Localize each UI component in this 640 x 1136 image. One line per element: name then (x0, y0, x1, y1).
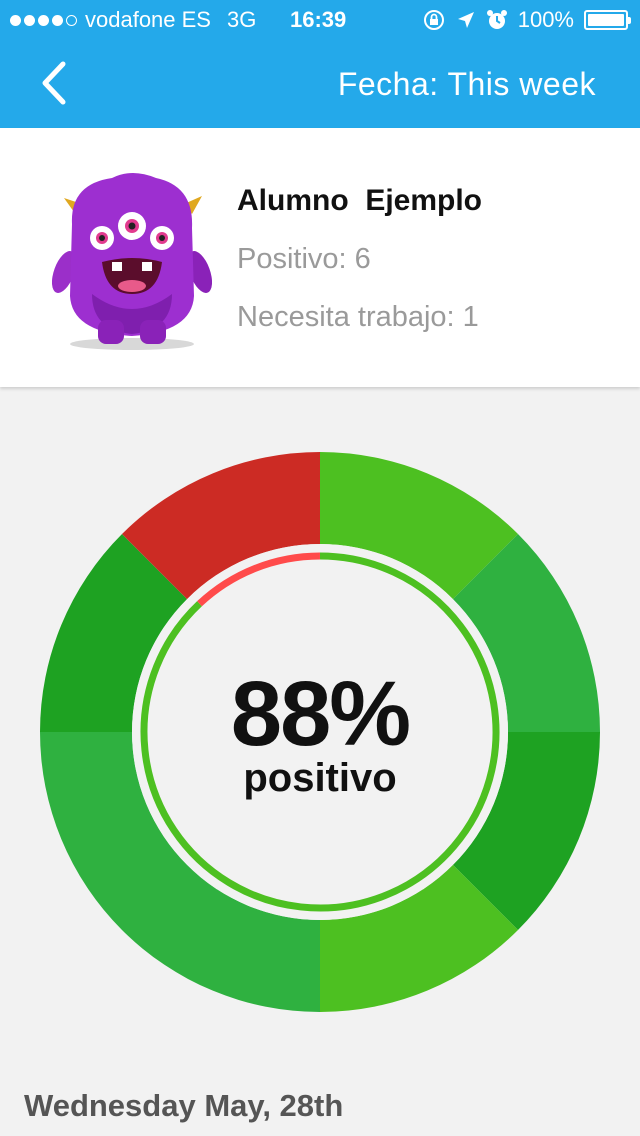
carrier-label: vodafone ES (85, 7, 211, 32)
student-summary-card: Alumno Ejemplo Positivo: 6 Necesita trab… (0, 128, 640, 387)
needs-work-count: Necesita trabajo: 1 (237, 301, 479, 333)
network-type: 3G (226, 7, 257, 32)
positive-count: Positivo: 6 (237, 243, 371, 275)
navigation-bar: Fecha: This week (0, 40, 640, 128)
monster-avatar-icon (52, 173, 212, 350)
date-filter-title[interactable]: Fecha: This week (338, 66, 596, 103)
day-section-heading: Wednesday May, 28th (24, 1088, 344, 1123)
status-bar: vodafone ES 3G 16:39 100% (0, 0, 640, 40)
alarm-clock-icon (486, 10, 507, 29)
rotation-lock-icon (423, 10, 444, 30)
chevron-left-icon (42, 61, 66, 105)
signal-strength-icon (10, 14, 77, 26)
status-time: 16:39 (290, 7, 347, 32)
behavior-chart: 88% positivo (0, 388, 640, 1078)
battery-icon (584, 10, 631, 30)
student-name: Alumno Ejemplo (237, 184, 483, 217)
status-right: 100% (422, 7, 631, 33)
positive-label: positivo (243, 756, 397, 800)
positive-percent: 88% (230, 663, 411, 765)
location-arrow-icon (457, 12, 474, 28)
back-button[interactable] (30, 58, 80, 108)
battery-percent: 100% (517, 7, 574, 32)
status-left: vodafone ES 3G (10, 7, 270, 33)
